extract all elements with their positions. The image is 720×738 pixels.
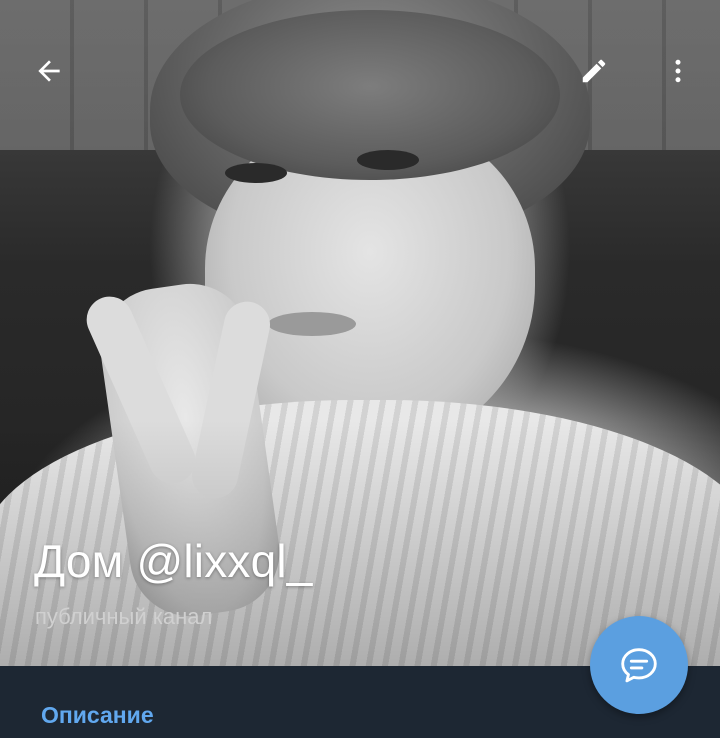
pencil-icon <box>582 59 606 83</box>
more-menu-button[interactable] <box>654 47 702 95</box>
back-button[interactable] <box>25 47 73 95</box>
discuss-button[interactable] <box>590 616 688 714</box>
chat-bubble-icon <box>621 648 657 683</box>
more-vertical-icon <box>675 59 681 83</box>
left-eye-shape <box>225 163 287 183</box>
right-eye-shape <box>357 150 419 170</box>
top-bar <box>0 0 720 140</box>
edit-button[interactable] <box>570 47 618 95</box>
back-arrow-icon <box>38 60 60 82</box>
lips-shape <box>268 312 356 336</box>
channel-type-label: публичный канал <box>35 604 213 629</box>
description-section-label: Описание <box>41 702 154 728</box>
channel-title: Дом @lixxql_ <box>34 535 313 587</box>
